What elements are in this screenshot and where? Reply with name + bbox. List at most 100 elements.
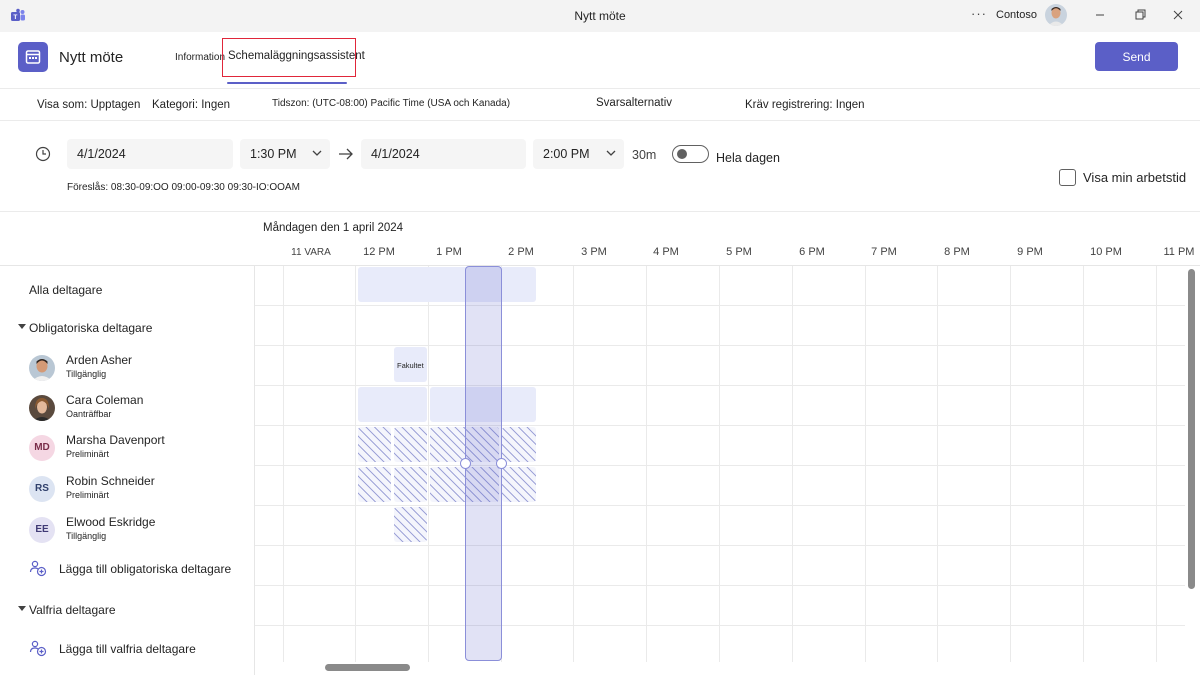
- hour-label: 11 VARA: [291, 247, 331, 258]
- end-date-field[interactable]: 4/1/2024: [361, 139, 526, 169]
- hour-label: 8 PM: [944, 246, 970, 258]
- timezone-dropdown[interactable]: Tidszon: (UTC-08:00) Pacific Time (USA o…: [272, 98, 510, 109]
- user-avatar[interactable]: [1045, 4, 1067, 26]
- start-time-dropdown[interactable]: 1:30 PM: [240, 139, 330, 169]
- day-label: Måndagen den 1 april 2024: [263, 222, 404, 234]
- attendee-name: Arden Asher: [66, 353, 133, 367]
- tentative-block: [502, 467, 536, 502]
- add-optional-attendee-button[interactable]: Lägga till valfria deltagare: [29, 639, 249, 659]
- minimize-icon[interactable]: [1085, 4, 1115, 26]
- hour-label: 11 PM: [1163, 246, 1195, 258]
- caret-down-icon[interactable]: [18, 606, 26, 612]
- grid-line: [573, 266, 574, 662]
- busy-block: [358, 387, 427, 422]
- hour-label: 2 PM: [508, 246, 534, 258]
- grid-line: [255, 425, 1185, 426]
- grid-line: [255, 305, 1185, 306]
- attendee-status: Tillgänglig: [66, 531, 107, 541]
- all-day-toggle[interactable]: [672, 145, 709, 163]
- caret-down-icon[interactable]: [18, 324, 26, 330]
- hour-label: 9 PM: [1017, 246, 1043, 258]
- category-dropdown[interactable]: Kategori: Ingen: [152, 99, 230, 111]
- tab-scheduling-label: Schemaläggningsassistent: [228, 50, 365, 62]
- hour-label: 7 PM: [871, 246, 897, 258]
- attendee-row[interactable]: MD Marsha Davenport Preliminärt: [29, 433, 249, 467]
- divider: [0, 88, 1200, 89]
- chevron-down-icon: [606, 150, 616, 156]
- close-icon[interactable]: [1163, 4, 1193, 26]
- response-options-dropdown[interactable]: Svarsalternativ: [596, 97, 672, 109]
- attendee-row[interactable]: RS Robin Schneider Preliminärt: [29, 474, 249, 508]
- more-options-icon[interactable]: ···: [971, 6, 987, 21]
- tab-information[interactable]: Information: [175, 52, 225, 63]
- hour-label: 4 PM: [653, 246, 679, 258]
- schedule-grid[interactable]: Fakultet: [255, 266, 1185, 662]
- avatar-initials: MD: [29, 435, 55, 461]
- divider: [0, 120, 1200, 121]
- attendee-status: Preliminärt: [66, 490, 110, 500]
- chevron-down-icon: [312, 150, 322, 156]
- start-date-field[interactable]: 4/1/2024: [67, 139, 233, 169]
- grid-line: [937, 266, 938, 662]
- horizontal-scrollbar[interactable]: [325, 664, 410, 671]
- registration-dropdown[interactable]: Kräv registrering: Ingen: [745, 99, 865, 111]
- grid-line: [255, 625, 1185, 626]
- show-worktime-label: Visa min arbetstid: [1083, 170, 1187, 185]
- tentative-block: [502, 427, 536, 462]
- attendee-row[interactable]: Cara Coleman Oanträffbar: [29, 393, 249, 427]
- attendee-status: Tillgänglig: [66, 369, 107, 379]
- start-date-value: 4/1/2024: [77, 147, 126, 161]
- calendar-app-icon: [18, 42, 48, 72]
- grid-line: [719, 266, 720, 662]
- add-required-attendee-button[interactable]: Lägga till obligatoriska deltagare: [29, 559, 249, 579]
- attendee-status: Preliminärt: [66, 449, 110, 459]
- vertical-scrollbar[interactable]: [1188, 269, 1195, 589]
- tab-scheduling-assistant[interactable]: Schemaläggningsassistent: [222, 38, 365, 77]
- add-optional-label: Lägga till valfria deltagare: [59, 642, 196, 656]
- restore-icon[interactable]: [1125, 4, 1155, 26]
- attendee-row[interactable]: EE Elwood Eskridge Tillgänglig: [29, 515, 249, 549]
- resize-handle-start[interactable]: [460, 458, 471, 469]
- add-people-icon: [29, 560, 47, 577]
- end-time-dropdown[interactable]: 2:00 PM: [533, 139, 624, 169]
- attendee-name: Marsha Davenport: [66, 433, 165, 447]
- selected-time-slot[interactable]: [460, 266, 507, 661]
- tentative-block: [394, 427, 427, 462]
- active-tab-indicator: [227, 82, 347, 84]
- tentative-block: [394, 467, 427, 502]
- grid-line: [1156, 266, 1157, 662]
- avatar-initials: RS: [29, 476, 55, 502]
- grid-line: [865, 266, 866, 662]
- show-worktime-checkbox[interactable]: [1059, 169, 1076, 186]
- org-name[interactable]: Contoso: [996, 9, 1037, 21]
- grid-line: [428, 266, 429, 662]
- attendee-row[interactable]: Arden Asher Tillgänglig: [29, 353, 249, 387]
- add-required-label: Lägga till obligatoriska deltagare: [59, 562, 232, 576]
- optional-attendees-header[interactable]: Valfria deltagare: [29, 603, 116, 617]
- grid-line: [255, 505, 1185, 506]
- avatar: [29, 355, 55, 381]
- arrow-right-icon: [339, 148, 353, 160]
- all-day-label: Hela dagen: [716, 151, 780, 165]
- hour-header: 11 VARA 12 PM 1 PM 2 PM 3 PM 4 PM 5 PM 6…: [0, 245, 1200, 265]
- hour-label: 3 PM: [581, 246, 607, 258]
- tentative-block: [358, 467, 391, 502]
- suggested-times[interactable]: Föreslås: 08:30-09:OO 09:00-09:30 09:30-…: [67, 182, 300, 193]
- grid-line: [1010, 266, 1011, 662]
- resize-handle-end[interactable]: [496, 458, 507, 469]
- required-attendees-header[interactable]: Obligatoriska deltagare: [29, 321, 152, 335]
- grid-line: [255, 465, 1185, 466]
- attendee-status: Oanträffbar: [66, 409, 112, 419]
- add-people-icon: [29, 640, 47, 657]
- grid-line: [1083, 266, 1084, 662]
- avatar-initials: EE: [29, 517, 55, 543]
- grid-line: [255, 385, 1185, 386]
- grid-line: [255, 545, 1185, 546]
- start-time-value: 1:30 PM: [250, 147, 297, 161]
- attendee-name: Cara Coleman: [66, 393, 144, 407]
- send-button[interactable]: Send: [1095, 42, 1178, 71]
- calendar-event[interactable]: Fakultet: [394, 347, 427, 382]
- grid-line: [255, 345, 1185, 346]
- avatar: [29, 395, 55, 421]
- show-as-dropdown[interactable]: Visa som: Upptagen: [37, 99, 140, 111]
